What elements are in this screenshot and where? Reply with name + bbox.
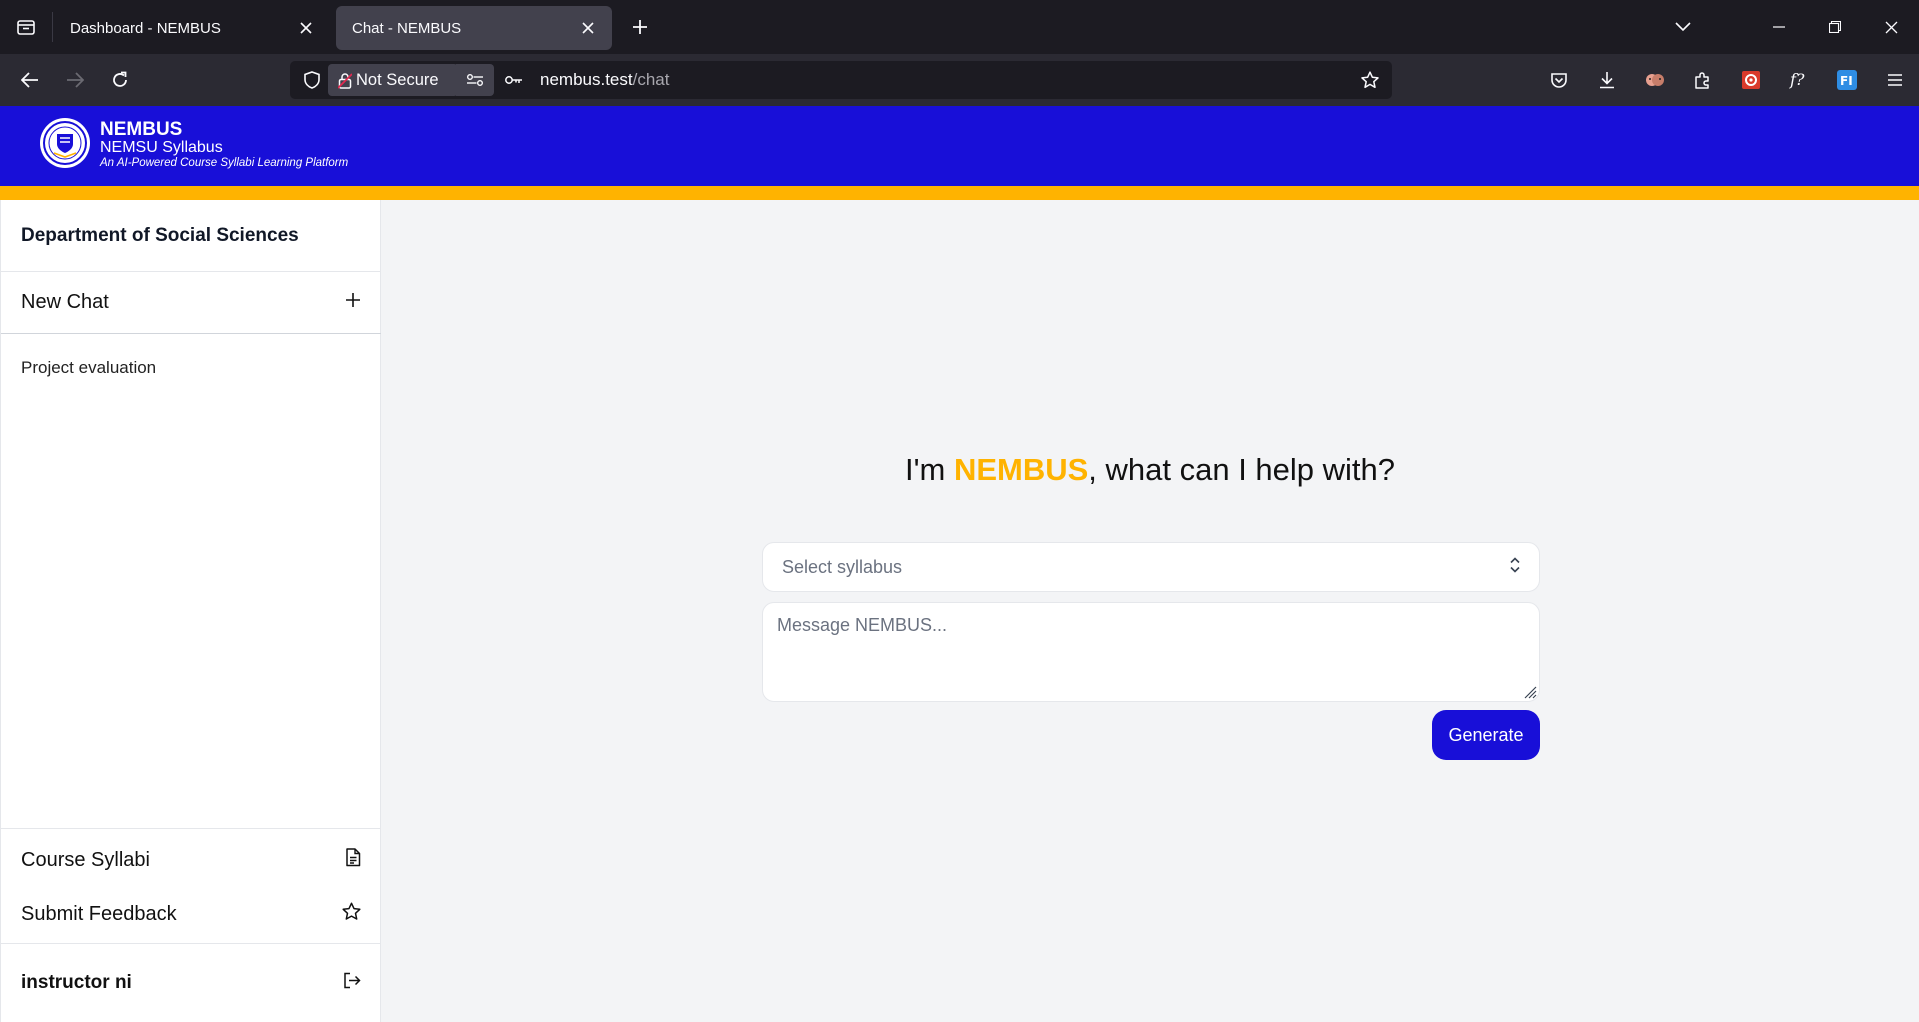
star-icon bbox=[342, 902, 361, 927]
extensions-puzzle-icon[interactable] bbox=[1679, 62, 1727, 98]
plus-icon bbox=[345, 291, 361, 314]
font-finder-icon[interactable]: f? bbox=[1775, 62, 1823, 98]
browser-tab-bar: Dashboard - NEMBUS Chat - NEMBUS bbox=[0, 0, 1919, 54]
message-input[interactable]: Message NEMBUS... bbox=[762, 602, 1540, 702]
new-chat-button[interactable]: New Chat bbox=[1, 272, 381, 334]
url-text[interactable]: nembus.test/chat bbox=[540, 70, 669, 90]
greeting-prefix: I'm bbox=[904, 452, 954, 487]
brand-name: NEMBUS bbox=[100, 119, 183, 140]
greeting-suffix: , what can I help with? bbox=[1088, 452, 1396, 487]
sidebar: Department of Social Sciences New Chat P… bbox=[0, 200, 381, 1022]
forward-arrow-icon[interactable] bbox=[57, 62, 93, 98]
department-title: Department of Social Sciences bbox=[1, 200, 381, 272]
restore-icon[interactable] bbox=[1807, 0, 1863, 54]
url-path: /chat bbox=[632, 70, 670, 89]
new-chat-label: New Chat bbox=[21, 291, 109, 313]
new-tab-icon[interactable] bbox=[620, 7, 660, 47]
greeting-heading: I'm NEMBUS, what can I help with? bbox=[381, 452, 1919, 488]
chat-main-area: I'm NEMBUS, what can I help with? Select… bbox=[381, 200, 1919, 1022]
hamburger-menu-icon[interactable] bbox=[1871, 62, 1919, 98]
reload-icon[interactable] bbox=[102, 62, 138, 98]
sidebar-item-label: Submit Feedback bbox=[21, 902, 177, 925]
select-placeholder: Select syllabus bbox=[782, 556, 903, 577]
permissions-icon[interactable] bbox=[456, 64, 494, 96]
brand-subtitle: NEMSU Syllabus bbox=[100, 139, 223, 156]
greeting-brand: NEMBUS bbox=[953, 452, 1089, 487]
not-secure-indicator[interactable]: Not Secure bbox=[328, 64, 458, 96]
blue-extension-icon[interactable]: FI bbox=[1823, 62, 1871, 98]
generate-button[interactable]: Generate bbox=[1432, 710, 1540, 760]
chat-history-list: Project evaluation bbox=[1, 334, 381, 402]
tab-title: Dashboard - NEMBUS bbox=[70, 19, 221, 37]
nemsu-seal-logo[interactable] bbox=[40, 118, 90, 168]
syllabus-select[interactable]: Select syllabus bbox=[762, 542, 1540, 592]
bookmark-star-icon[interactable] bbox=[1354, 64, 1386, 96]
security-label: Not Secure bbox=[356, 70, 439, 89]
browser-nav-bar: Not Secure nembus.test/chat f? FI bbox=[0, 54, 1919, 106]
user-name: instructor ni bbox=[21, 972, 132, 993]
chevron-up-down-icon bbox=[1509, 556, 1521, 579]
brand-tagline: An AI-Powered Course Syllabi Learning Pl… bbox=[100, 157, 349, 169]
sidebar-item-course-syllabi[interactable]: Course Syllabi bbox=[1, 833, 381, 887]
shield-icon[interactable] bbox=[296, 64, 328, 96]
browser-toolbar-icons: f? FI bbox=[1535, 62, 1919, 98]
red-extension-icon[interactable] bbox=[1727, 62, 1775, 98]
chat-history-item[interactable]: Project evaluation bbox=[21, 358, 361, 378]
window-controls bbox=[1655, 0, 1919, 54]
logout-icon[interactable] bbox=[343, 972, 361, 995]
sidebar-item-label: Course Syllabi bbox=[21, 848, 150, 871]
close-icon[interactable] bbox=[578, 18, 598, 38]
brand-block: NEMBUS NEMSU Syllabus An AI-Powered Cour… bbox=[100, 120, 348, 170]
url-host: nembus.test bbox=[540, 70, 633, 89]
app-header: NEMBUS NEMSU Syllabus An AI-Powered Cour… bbox=[0, 106, 1919, 186]
svg-text:f?: f? bbox=[1789, 71, 1805, 89]
header-accent-stripe bbox=[0, 186, 1919, 200]
message-placeholder: Message NEMBUS... bbox=[777, 615, 948, 635]
window-close-icon[interactable] bbox=[1863, 0, 1919, 54]
tab-divider bbox=[52, 12, 53, 42]
pocket-icon[interactable] bbox=[1535, 62, 1583, 98]
chevron-down-icon[interactable] bbox=[1655, 0, 1711, 54]
sidebar-item-submit-feedback[interactable]: Submit Feedback bbox=[1, 887, 381, 941]
insecure-lock-icon bbox=[338, 72, 352, 89]
browser-tab-chat[interactable]: Chat - NEMBUS bbox=[336, 6, 612, 50]
url-bar[interactable]: Not Secure nembus.test/chat bbox=[290, 61, 1392, 99]
tab-title: Chat - NEMBUS bbox=[352, 19, 462, 37]
user-account-row: instructor ni bbox=[1, 943, 381, 1022]
key-icon[interactable] bbox=[498, 64, 530, 96]
sidebar-links: Course Syllabi Submit Feedback bbox=[1, 828, 381, 941]
resize-handle-icon[interactable] bbox=[1521, 683, 1537, 699]
close-icon[interactable] bbox=[296, 18, 316, 38]
download-icon[interactable] bbox=[1583, 62, 1631, 98]
minimize-icon[interactable] bbox=[1751, 0, 1807, 54]
browser-tab-dashboard[interactable]: Dashboard - NEMBUS bbox=[54, 6, 330, 50]
document-icon bbox=[345, 847, 361, 873]
tab-list-icon[interactable] bbox=[0, 0, 52, 54]
back-arrow-icon[interactable] bbox=[12, 62, 48, 98]
extension-faces-icon[interactable] bbox=[1631, 62, 1679, 98]
svg-text:FI: FI bbox=[1840, 74, 1853, 88]
